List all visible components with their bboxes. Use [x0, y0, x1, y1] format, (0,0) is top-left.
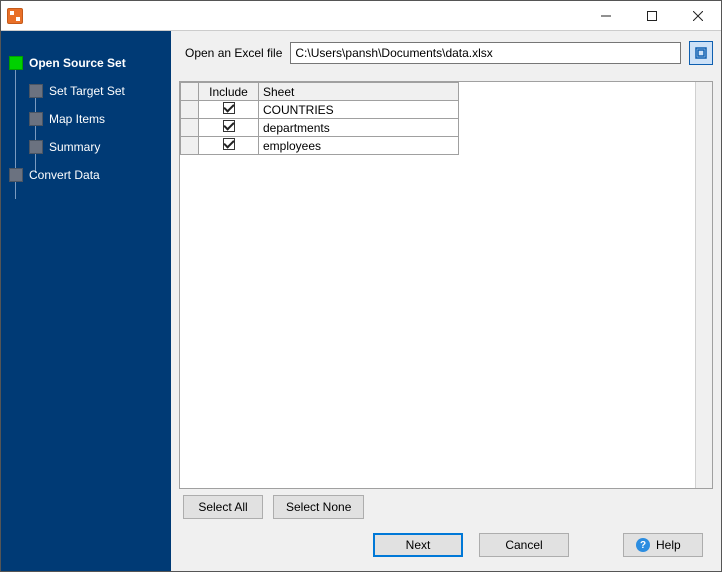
next-button[interactable]: Next: [373, 533, 463, 557]
select-all-button[interactable]: Select All: [183, 495, 263, 519]
nav-item-label: Set Target Set: [49, 84, 125, 98]
nav-item-summary[interactable]: Summary: [29, 133, 171, 161]
file-path-input[interactable]: [290, 42, 681, 64]
nav-step-icon: [9, 56, 23, 70]
nav-item-map-items[interactable]: Map Items: [29, 105, 171, 133]
browse-button[interactable]: [689, 41, 713, 65]
minimize-icon: [601, 11, 611, 21]
include-checkbox[interactable]: [223, 102, 235, 114]
include-header[interactable]: Include: [199, 83, 259, 101]
nav-step-icon: [29, 140, 43, 154]
titlebar: [1, 1, 721, 31]
open-file-label: Open an Excel file: [179, 46, 282, 60]
help-label: Help: [656, 538, 681, 552]
help-icon: ?: [636, 538, 650, 552]
sheet-header[interactable]: Sheet: [259, 83, 459, 101]
nav-item-set-target-set[interactable]: Set Target Set: [29, 77, 171, 105]
corner-header: [181, 83, 199, 101]
nav-item-label: Open Source Set: [29, 56, 126, 70]
table-row: employees: [181, 137, 459, 155]
sheet-cell[interactable]: employees: [259, 137, 459, 155]
minimize-button[interactable]: [583, 1, 629, 31]
browse-icon: [694, 46, 708, 60]
nav-item-label: Map Items: [49, 112, 105, 126]
nav-step-icon: [9, 168, 23, 182]
maximize-button[interactable]: [629, 1, 675, 31]
nav-step-icon: [29, 112, 43, 126]
main-panel: Open an Excel file Include Sheet COUNTRI…: [171, 31, 721, 571]
nav-item-label: Convert Data: [29, 168, 100, 182]
select-none-button[interactable]: Select None: [273, 495, 364, 519]
sheet-cell[interactable]: COUNTRIES: [259, 101, 459, 119]
nav-item-convert-data[interactable]: Convert Data: [9, 161, 171, 189]
maximize-icon: [647, 11, 657, 21]
app-icon: [7, 8, 23, 24]
cancel-button[interactable]: Cancel: [479, 533, 569, 557]
table-row: departments: [181, 119, 459, 137]
wizard-sidebar: Open Source Set Set Target Set Map Items Su…: [1, 31, 171, 571]
include-cell[interactable]: [199, 119, 259, 137]
include-cell[interactable]: [199, 101, 259, 119]
row-header[interactable]: [181, 137, 199, 155]
vertical-scrollbar[interactable]: [695, 82, 712, 488]
include-checkbox[interactable]: [223, 120, 235, 132]
help-button[interactable]: ? Help: [623, 533, 703, 557]
close-button[interactable]: [675, 1, 721, 31]
nav-item-open-source-set[interactable]: Open Source Set: [9, 49, 171, 77]
nav-item-label: Summary: [49, 140, 100, 154]
sheet-grid: Include Sheet COUNTRIESdepartmentsemploy…: [180, 82, 459, 155]
sheet-grid-container: Include Sheet COUNTRIESdepartmentsemploy…: [179, 81, 713, 489]
nav-step-icon: [29, 84, 43, 98]
sheet-cell[interactable]: departments: [259, 119, 459, 137]
include-cell[interactable]: [199, 137, 259, 155]
close-icon: [693, 11, 703, 21]
include-checkbox[interactable]: [223, 138, 235, 150]
table-row: COUNTRIES: [181, 101, 459, 119]
row-header[interactable]: [181, 119, 199, 137]
row-header[interactable]: [181, 101, 199, 119]
